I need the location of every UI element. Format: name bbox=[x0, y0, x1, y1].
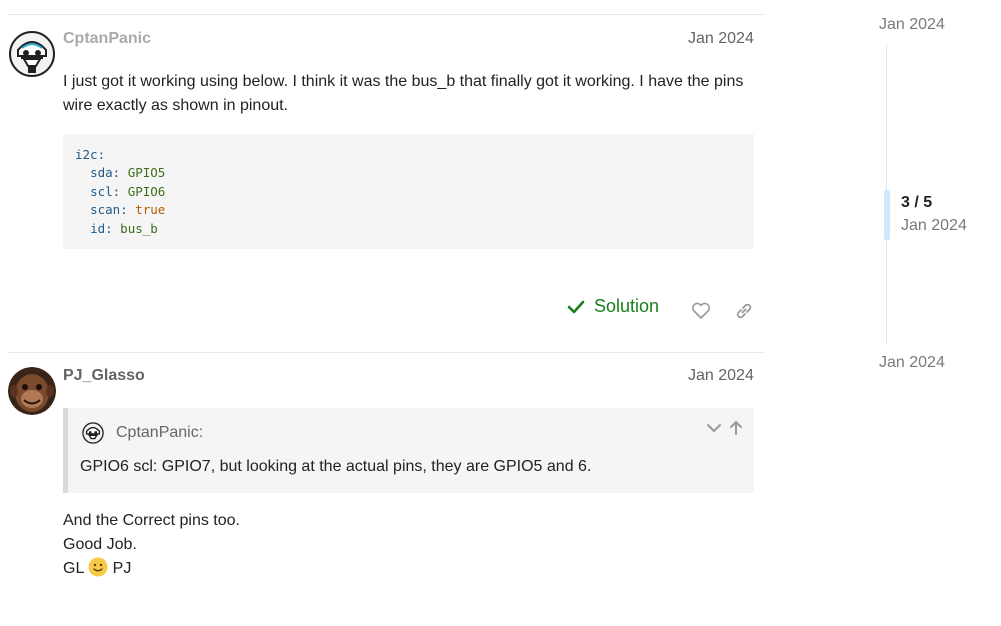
post-date[interactable]: Jan 2024 bbox=[688, 367, 754, 385]
post-username[interactable]: PJ_Glasso bbox=[63, 367, 145, 385]
post-signature: GL PJ bbox=[63, 557, 240, 581]
post-text-line: Good Job. bbox=[63, 536, 137, 553]
stormtrooper-avatar-icon bbox=[82, 422, 104, 444]
solution-button[interactable]: Solution bbox=[566, 296, 659, 317]
quote-controls bbox=[706, 420, 744, 436]
signature-suffix: PJ bbox=[112, 560, 132, 577]
avatar[interactable] bbox=[8, 367, 56, 415]
avatar[interactable] bbox=[8, 30, 56, 78]
code-value: true bbox=[135, 202, 166, 218]
share-link-button[interactable] bbox=[732, 299, 756, 323]
quote-header: CptanPanic: bbox=[82, 422, 203, 444]
post-body: I just got it working using below. I thi… bbox=[63, 70, 763, 118]
code-value: GPIO6 bbox=[127, 183, 166, 199]
checkmark-icon bbox=[567, 300, 585, 313]
solution-label: Solution bbox=[594, 296, 660, 316]
timeline-position: 3 / 5 bbox=[901, 194, 933, 211]
like-button[interactable] bbox=[689, 299, 713, 323]
post-divider bbox=[8, 14, 765, 15]
post-body: And the Correct pins too. Good Job. GL P… bbox=[63, 509, 240, 581]
arrow-up-icon[interactable] bbox=[728, 420, 744, 436]
timeline-position-date: Jan 2024 bbox=[901, 217, 967, 234]
link-icon bbox=[736, 303, 752, 319]
heart-icon bbox=[691, 302, 711, 319]
post-divider bbox=[8, 352, 765, 353]
code-block: i2c: sda: GPIO5 scl: GPIO6 scan: true id… bbox=[63, 134, 754, 249]
code-root-key: i2c: bbox=[75, 147, 106, 162]
post-date[interactable]: Jan 2024 bbox=[688, 30, 754, 48]
post-text-line: I just got it working using below. I thi… bbox=[63, 73, 744, 90]
chevron-down-icon[interactable] bbox=[706, 420, 722, 436]
stormtrooper-avatar-icon bbox=[8, 30, 56, 78]
code-key: sda: bbox=[90, 165, 121, 181]
quote-text: GPIO6 scl: GPIO7, but looking at the act… bbox=[80, 458, 592, 475]
code-key: scan: bbox=[90, 202, 128, 218]
slight-smile-emoji-icon bbox=[88, 557, 108, 577]
code-value: GPIO5 bbox=[127, 165, 166, 181]
timeline-start-date[interactable]: Jan 2024 bbox=[879, 16, 945, 34]
code-key: scl: bbox=[90, 183, 121, 199]
timeline-scroll-handle[interactable] bbox=[884, 190, 890, 240]
code-value: bus_b bbox=[120, 220, 158, 236]
signature-prefix: GL bbox=[63, 560, 84, 577]
quote-avatar bbox=[82, 422, 104, 444]
timeline-end-date[interactable]: Jan 2024 bbox=[879, 354, 945, 372]
code-key: id: bbox=[90, 220, 113, 236]
post-username[interactable]: CptanPanic bbox=[63, 30, 151, 48]
quote-block: CptanPanic: GPIO6 scl: GPIO7, but lookin… bbox=[63, 408, 754, 493]
post-text-line: wire exactly as shown in pinout. bbox=[63, 97, 288, 114]
post-text-line: And the Correct pins too. bbox=[63, 512, 240, 529]
quote-author[interactable]: CptanPanic: bbox=[116, 424, 203, 442]
user-photo-avatar-icon bbox=[8, 367, 56, 415]
